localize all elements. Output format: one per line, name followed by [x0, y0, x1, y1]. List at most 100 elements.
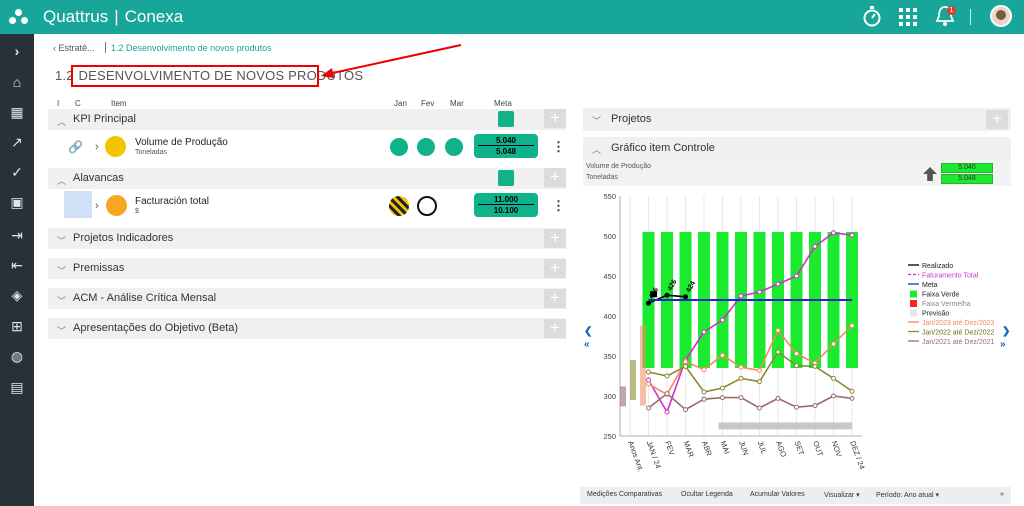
chevron-up-icon[interactable]: ︿ [57, 115, 66, 128]
x-tick-label: JUL [756, 440, 769, 456]
back-crumb[interactable]: ‹ Estratê... [53, 43, 95, 53]
kpi-more-icon[interactable]: ⋮ [552, 139, 565, 155]
first-period-icon[interactable]: « [584, 339, 590, 350]
visualizar-dropdown[interactable]: Visualizar ▾ [824, 491, 860, 499]
kpi-meta-box[interactable]: 5.040 5.048 [474, 134, 538, 158]
section-grafico[interactable]: ︿ Gráfico item Controle [583, 137, 1011, 160]
y-tick-label: 500 [603, 232, 616, 241]
series-point [738, 395, 744, 401]
section-apresentacoes[interactable]: ﹀ Apresentações do Objetivo (Beta) [48, 318, 566, 339]
series-point [794, 404, 799, 410]
series-point [683, 294, 688, 300]
calendar-icon[interactable]: ▣ [0, 191, 34, 213]
globe-icon[interactable]: ◍ [0, 345, 34, 367]
add-projeto-indicador-button[interactable]: + [544, 229, 566, 248]
home-icon[interactable]: ⌂ [0, 71, 34, 93]
series-point [701, 329, 707, 335]
x-tick-label: MAR [682, 440, 696, 459]
chevron-down-icon[interactable]: ﹀ [57, 264, 66, 277]
dashboard-icon[interactable]: ▦ [0, 101, 34, 123]
add-alavanca-button[interactable]: + [544, 168, 566, 187]
legend-label: Jan/2021 até Dez/2021 [922, 339, 994, 346]
anos-ant-2023-box [640, 325, 646, 406]
chevron-right-icon[interactable]: › [0, 40, 34, 62]
alavanca-more-icon[interactable]: ⋮ [552, 198, 565, 214]
section-acm[interactable]: ﹀ ACM - Análise Crítica Mensal [48, 288, 566, 309]
series-point [849, 395, 855, 401]
series-point [646, 381, 651, 387]
series-point [831, 375, 836, 381]
chart-info-bar: Volume de Produção Toneladas 5.040 5.048 [583, 160, 1011, 186]
add-apresentacao-button[interactable]: + [544, 319, 566, 338]
last-period-icon[interactable]: » [1000, 339, 1006, 350]
y-tick-label: 350 [603, 352, 616, 361]
more-icon[interactable]: » [1000, 491, 1004, 498]
periodo-dropdown[interactable]: Período: Ano atual ▾ [876, 491, 939, 499]
comparativas-button[interactable]: Medições Comparativas [587, 491, 662, 498]
section-projetos[interactable]: ﹀ Projetos [583, 108, 1011, 131]
current-crumb[interactable]: 1.2 Desenvolvimento de novos produtos [111, 43, 272, 53]
series-point [701, 367, 707, 373]
apps-grid-icon[interactable] [899, 5, 917, 32]
series-point [794, 363, 799, 369]
col-c: C [75, 99, 81, 108]
chevron-up-icon[interactable]: ︿ [57, 174, 66, 187]
jan-warning-dot[interactable] [389, 196, 409, 216]
legend-label: Jan/2022 até Dez/2022 [922, 330, 994, 337]
avatar[interactable] [990, 5, 1012, 27]
series-point [646, 300, 651, 306]
chevron-up-icon[interactable]: ︿ [592, 143, 601, 156]
trend-icon[interactable]: ↗ [0, 131, 34, 153]
series-point [831, 341, 836, 347]
add-acm-button[interactable]: + [544, 289, 566, 308]
chevron-down-icon[interactable]: ﹀ [57, 234, 66, 247]
chart-meta-value: 5.040 [941, 163, 993, 173]
chevron-down-icon[interactable]: ﹀ [57, 294, 66, 307]
expand-chevron-icon[interactable]: › [95, 200, 99, 212]
expand-chevron-icon[interactable]: › [95, 141, 99, 153]
series-point [664, 292, 670, 298]
fev-empty-dot[interactable] [417, 196, 437, 216]
chevron-down-icon[interactable]: ﹀ [57, 324, 66, 337]
prev-period-icon[interactable]: ❮ [584, 326, 592, 337]
link-icon[interactable]: 🔗 [68, 140, 83, 154]
section-kpi[interactable]: ︿ KPI Principal [48, 109, 566, 130]
mar-status-dot[interactable] [445, 138, 463, 156]
series-point [683, 359, 688, 365]
alavanca-name[interactable]: Facturación total [135, 196, 209, 207]
series-point [757, 289, 762, 295]
chevron-down-icon[interactable]: ﹀ [592, 114, 601, 127]
series-point [812, 243, 818, 249]
brand-logo-icon[interactable] [9, 9, 29, 25]
kpi-name[interactable]: Volume de Produção [135, 137, 228, 148]
alavanca-meta-box[interactable]: 11.000 10.100 [474, 193, 538, 217]
add-premissa-button[interactable]: + [544, 259, 566, 278]
layers-icon[interactable]: ◈ [0, 284, 34, 306]
fev-status-dot[interactable] [417, 138, 435, 156]
section-label: ACM - Análise Crítica Mensal [73, 292, 217, 304]
add-kpi-button[interactable]: + [544, 109, 566, 128]
section-projetos-indicadores[interactable]: ﹀ Projetos Indicadores [48, 228, 566, 249]
timer-icon[interactable] [862, 5, 882, 33]
ocultar-legenda-button[interactable]: Ocultar Legenda [681, 491, 733, 498]
series-point [646, 369, 651, 375]
series-point [683, 363, 688, 369]
series-point [831, 393, 836, 399]
col-fev: Fev [421, 99, 435, 108]
hierarchy-icon[interactable]: ⊞ [0, 315, 34, 337]
export-icon[interactable]: ⇤ [0, 254, 34, 276]
section-premissas[interactable]: ﹀ Premissas [48, 258, 566, 279]
next-period-icon[interactable]: ❯ [1002, 326, 1010, 337]
check-icon[interactable]: ✓ [0, 161, 34, 183]
series-point [775, 327, 781, 333]
jan-status-dot[interactable] [390, 138, 408, 156]
series-point [683, 407, 688, 413]
col-i: I [57, 99, 60, 108]
import-icon[interactable]: ⇥ [0, 224, 34, 246]
top-bar: Quattrus | Conexa 1 [0, 0, 1024, 34]
add-projeto-button[interactable]: + [986, 110, 1008, 129]
x-tick-label: DEZ / 24 [848, 440, 867, 471]
section-alavancas[interactable]: ︿ Alavancas [48, 168, 566, 189]
book-icon[interactable]: ▤ [0, 376, 34, 398]
acumular-valores-button[interactable]: Acumular Valores [750, 491, 805, 498]
